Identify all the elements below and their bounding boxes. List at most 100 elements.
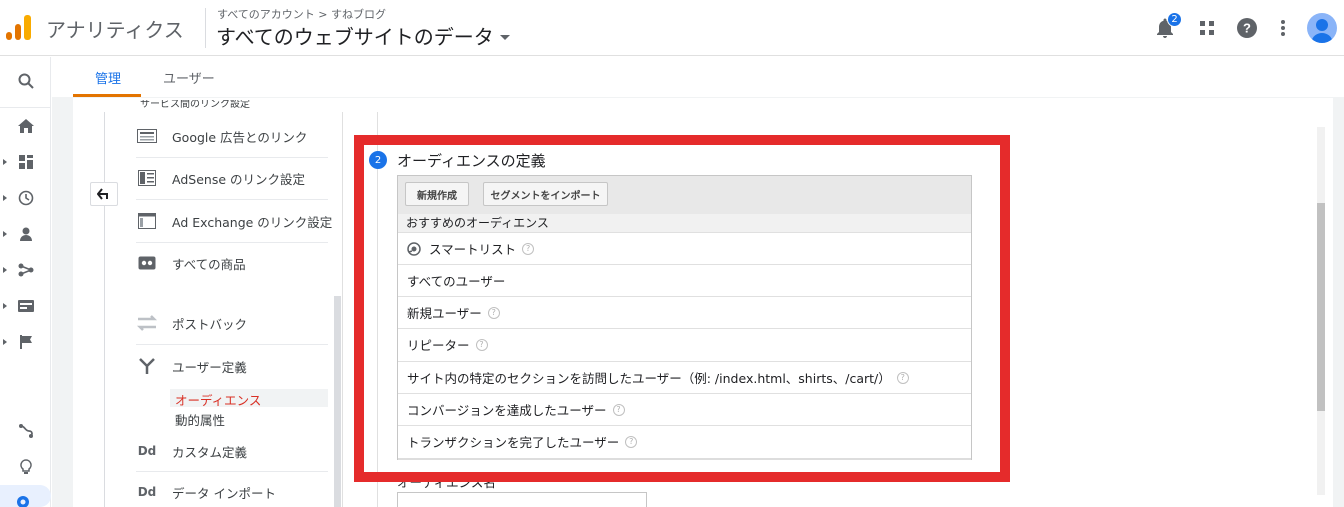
- audience-row-label: サイト内の特定のセクションを訪問したユーザー（例: /index.html、sh…: [407, 371, 891, 386]
- back-button[interactable]: [90, 182, 118, 206]
- admin-item-ad-exchange-links[interactable]: Ad Exchange のリンク設定: [136, 209, 332, 233]
- audience-nav[interactable]: [0, 222, 51, 246]
- section-title: オーディエンスの定義: [397, 152, 546, 170]
- user-avatar-icon: [1311, 19, 1333, 43]
- audience-row-new-users[interactable]: 新規ユーザー ?: [398, 296, 971, 328]
- steps-line: [377, 112, 378, 507]
- apps-button[interactable]: [1193, 14, 1221, 42]
- admin-item-audience-definitions[interactable]: ユーザー定義: [136, 354, 328, 378]
- audience-row-label: リピーター: [407, 338, 470, 353]
- property-title: すべてのウェブサイトのデータ: [216, 25, 494, 49]
- conversions-nav[interactable]: [0, 330, 51, 354]
- clock-icon: [18, 190, 33, 206]
- help-button[interactable]: ?: [1233, 14, 1261, 42]
- admin-item-adsense-links[interactable]: AdSense のリンク設定: [136, 166, 328, 190]
- realtime-nav[interactable]: [0, 186, 51, 210]
- arrow-back-icon: [97, 188, 108, 200]
- help-icon[interactable]: ?: [612, 403, 625, 416]
- avatar[interactable]: [1307, 13, 1337, 43]
- admin-nav[interactable]: [0, 485, 51, 507]
- audience-row-label: コンバージョンを達成したユーザー: [407, 403, 607, 418]
- postback-icon: [136, 314, 158, 332]
- chevron-down-icon: [499, 35, 510, 40]
- help-icon[interactable]: ?: [625, 435, 638, 448]
- rail-divider: [0, 107, 51, 108]
- header-divider: [205, 8, 206, 48]
- left-nav-rail: [0, 57, 51, 507]
- dashboard-icon: [18, 155, 33, 169]
- admin-item-all-products[interactable]: すべての商品: [136, 251, 328, 275]
- help-icon[interactable]: ?: [896, 371, 909, 384]
- import-segment-button[interactable]: セグメントをインポート: [483, 182, 608, 206]
- svg-text:?: ?: [1243, 21, 1251, 36]
- home-icon: [17, 119, 34, 133]
- search-button[interactable]: [0, 69, 51, 93]
- admin-item-data-import[interactable]: Dd データ インポート: [136, 480, 328, 504]
- lightbulb-icon: [19, 459, 32, 474]
- tab-admin[interactable]: 管理: [95, 57, 121, 97]
- audience-row-label: 新規ユーザー: [407, 306, 482, 321]
- customization-nav[interactable]: [0, 150, 51, 174]
- audience-row-label: すべてのユーザー: [407, 274, 506, 289]
- behavior-icon: [17, 300, 34, 312]
- property-selector[interactable]: すべてのウェブサイトのデータ: [216, 21, 510, 50]
- all-products-icon: [136, 254, 158, 272]
- audience-row-section-visitors[interactable]: サイト内の特定のセクションを訪問したユーザー（例: /index.html、sh…: [398, 361, 971, 393]
- person-icon: [19, 227, 32, 241]
- admin-item-google-ads-links[interactable]: Google 広告とのリンク: [136, 124, 328, 148]
- admin-tabs: 管理 ユーザー: [52, 57, 1344, 97]
- admin-item-label: カスタム定義: [172, 444, 248, 460]
- admin-item-label: ユーザー定義: [172, 359, 247, 375]
- audience-row-label: トランザクションを完了したユーザー: [407, 435, 620, 450]
- data-import-icon: Dd: [137, 485, 157, 499]
- breadcrumb[interactable]: すべてのアカウント > すねブログ: [217, 6, 386, 22]
- section-heading-cut: サービス間のリンク設定: [140, 100, 250, 110]
- audience-definitions-icon: [136, 357, 158, 375]
- help-icon: ?: [1237, 18, 1257, 38]
- more-vert-icon: [1281, 20, 1285, 36]
- admin-item-label: Ad Exchange のリンク設定: [172, 214, 333, 230]
- audience-row-smart-list[interactable]: スマートリスト ?: [398, 232, 971, 264]
- search-icon: [18, 73, 34, 89]
- more-options-button[interactable]: [1269, 14, 1297, 42]
- page-scrollbar-thumb[interactable]: [1317, 203, 1325, 411]
- audience-name-label: オーディエンス名: [397, 475, 496, 490]
- help-icon[interactable]: ?: [487, 306, 500, 319]
- admin-item-label: データ インポート: [172, 485, 276, 501]
- app-header: アナリティクス すべてのアカウント > すねブログ すべてのウェブサイトのデータ…: [0, 0, 1344, 56]
- discover-nav[interactable]: [0, 455, 51, 479]
- audience-row-all-users[interactable]: すべてのユーザー: [398, 264, 971, 296]
- new-audience-button[interactable]: 新規作成: [405, 182, 469, 206]
- recommended-audiences-header: おすすめのオーディエンス: [398, 214, 971, 232]
- step-number-badge: 2: [369, 151, 387, 169]
- audience-name-input[interactable]: [397, 492, 647, 507]
- help-icon[interactable]: ?: [522, 242, 535, 255]
- google-ads-icon: [136, 127, 158, 145]
- apps-grid-icon: [1200, 21, 1214, 35]
- column-scrollbar[interactable]: [334, 296, 341, 507]
- column-divider: [342, 112, 343, 507]
- admin-item-label: Google 広告とのリンク: [172, 129, 308, 145]
- sub-item-audiences[interactable]: オーディエンス: [175, 390, 261, 409]
- admin-item-label: ポストバック: [172, 316, 248, 332]
- attribution-nav[interactable]: [0, 419, 51, 443]
- sub-item-dynamic-attributes[interactable]: 動的属性: [175, 410, 225, 429]
- admin-divider: [136, 157, 328, 158]
- audience-row-purchasers[interactable]: トランザクションを完了したユーザー ?: [398, 425, 971, 457]
- tab-user[interactable]: ユーザー: [163, 57, 215, 97]
- admin-item-custom-definitions[interactable]: Dd カスタム定義: [136, 439, 328, 463]
- admin-divider: [136, 199, 328, 200]
- help-icon[interactable]: ?: [475, 338, 488, 351]
- audience-row-label: スマートリスト: [429, 242, 517, 257]
- acquisition-nav[interactable]: [0, 258, 51, 282]
- audience-row-returning-users[interactable]: リピーター ?: [398, 328, 971, 360]
- admin-item-postback[interactable]: ポストバック: [136, 311, 328, 335]
- analytics-logo-icon[interactable]: [6, 14, 32, 42]
- home-nav[interactable]: [0, 114, 51, 138]
- admin-item-label: AdSense のリンク設定: [172, 171, 305, 187]
- behavior-nav[interactable]: [0, 294, 51, 318]
- column-divider: [104, 112, 105, 507]
- audience-row-converters[interactable]: コンバージョンを達成したユーザー ?: [398, 393, 971, 425]
- admin-divider: [136, 344, 328, 345]
- audience-toolbar: 新規作成 セグメントをインポート: [398, 176, 971, 214]
